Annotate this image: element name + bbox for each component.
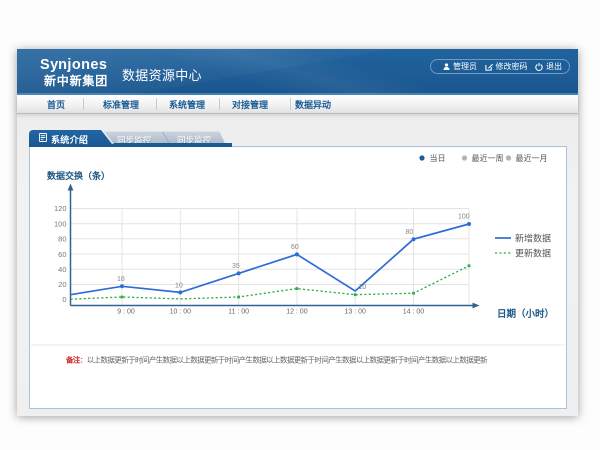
svg-text:60: 60 [58,250,66,259]
svg-text:100: 100 [54,220,67,229]
svg-text:新增数据: 新增数据 [515,233,551,244]
svg-text:18: 18 [117,276,125,283]
svg-text:60: 60 [291,244,299,251]
svg-text:12 : 00: 12 : 00 [286,309,308,316]
svg-text:备注：以上数据更新于时间产生数据以上数据更新于时间产生数据以: 备注：以上数据更新于时间产生数据以上数据更新于时间产生数据以上数据更新于时间产生… [65,355,488,365]
svg-text:100: 100 [458,214,470,221]
svg-text:10 : 00: 10 : 00 [170,309,192,316]
svg-text:80: 80 [58,235,66,244]
svg-text:更新数据: 更新数据 [515,248,551,259]
svg-text:35: 35 [232,263,240,270]
svg-text:当日: 当日 [430,153,446,163]
svg-text:最近一月: 最近一月 [516,153,548,163]
svg-text:13 : 00: 13 : 00 [344,309,366,316]
svg-text:0: 0 [62,295,66,304]
svg-text:14 : 00: 14 : 00 [403,309,425,316]
svg-text:120: 120 [54,204,67,213]
svg-text:10: 10 [359,284,367,291]
svg-text:9 : 00: 9 : 00 [117,309,135,316]
svg-text:10: 10 [175,283,183,290]
svg-text:日期（小时）: 日期（小时） [497,308,554,320]
svg-text:最近一周: 最近一周 [472,153,504,163]
svg-text:11 : 00: 11 : 00 [228,309,249,316]
svg-text:数据交换（条）: 数据交换（条） [47,170,110,181]
svg-text:40: 40 [58,265,66,274]
svg-text:80: 80 [406,229,414,236]
svg-text:20: 20 [58,280,66,289]
